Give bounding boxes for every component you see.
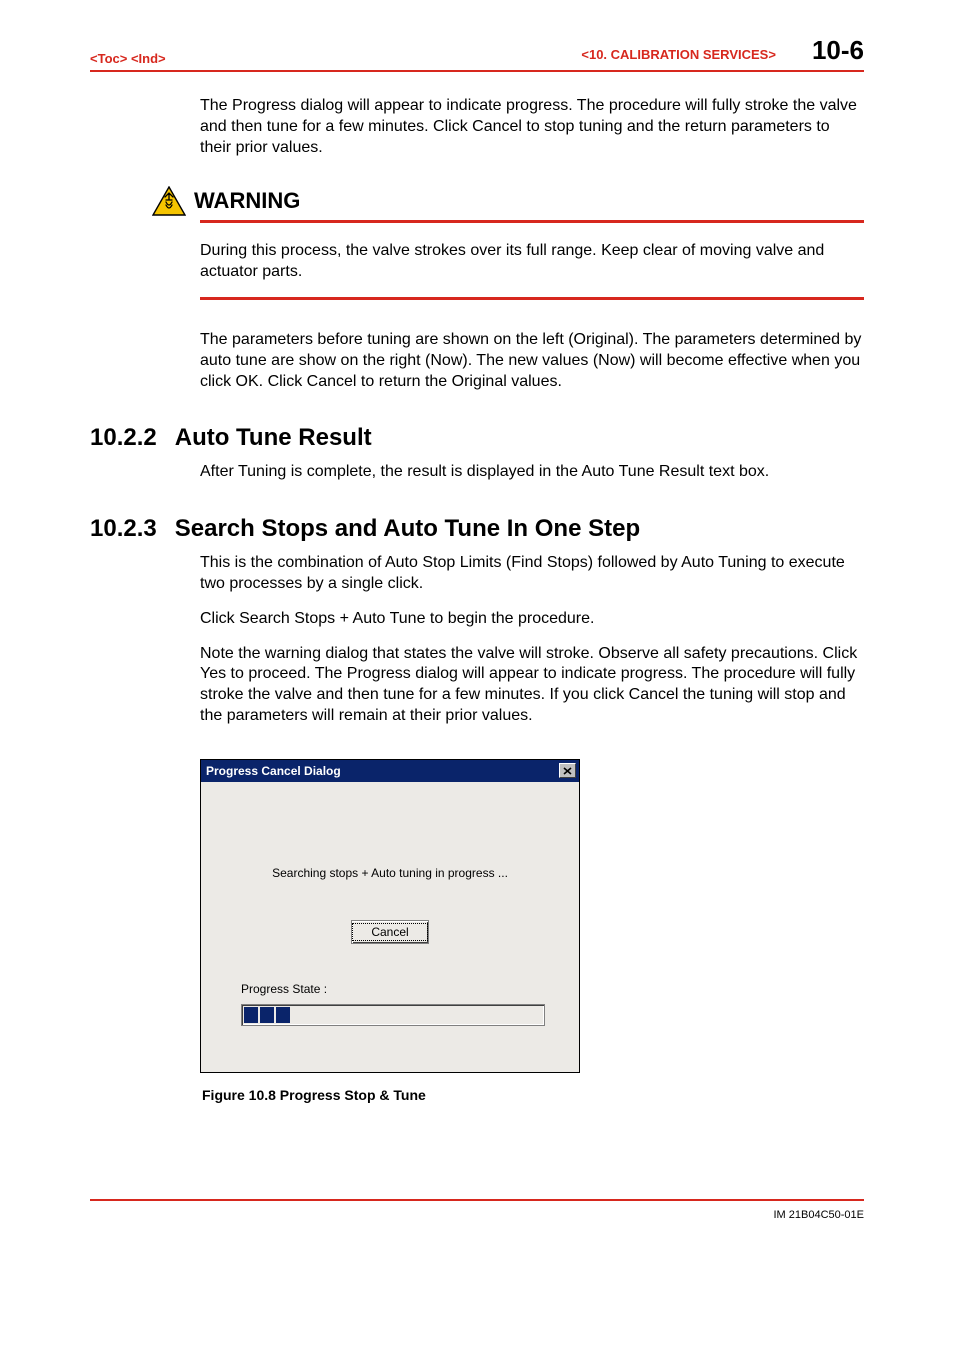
section-10-2-2-body: After Tuning is complete, the result is … (200, 462, 864, 483)
warning-header: WARNING (152, 186, 864, 216)
header-rule (90, 70, 864, 72)
progress-segment (276, 1007, 290, 1023)
intro-paragraph: The Progress dialog will appear to indic… (200, 96, 864, 158)
footer-rule (90, 1199, 864, 1201)
section-number: 10.2.2 (90, 424, 157, 452)
section-number: 10.2.3 (90, 515, 157, 543)
dialog-message: Searching stops + Auto tuning in progres… (201, 866, 579, 880)
section-label: <10. CALIBRATION SERVICES> (581, 47, 776, 62)
toc-link[interactable]: <Toc> (90, 51, 127, 66)
progress-bar (241, 1004, 545, 1026)
section-title: Search Stops and Auto Tune In One Step (175, 515, 640, 543)
warning-title: WARNING (194, 188, 300, 214)
page-footer: IM 21B04C50-01E (90, 1199, 864, 1221)
progress-segment (244, 1007, 258, 1023)
section-title: Auto Tune Result (175, 424, 372, 452)
document-id: IM 21B04C50-01E (90, 1209, 864, 1221)
warning-body: During this process, the valve strokes o… (200, 241, 864, 283)
post-warning-paragraph: The parameters before tuning are shown o… (200, 330, 864, 392)
warning-icon (152, 186, 186, 216)
ind-link[interactable]: <Ind> (131, 51, 166, 66)
close-button[interactable] (559, 763, 576, 778)
progress-segment (260, 1007, 274, 1023)
section-10-2-2-header: 10.2.2 Auto Tune Result (90, 424, 864, 452)
figure-caption: Figure 10.8 Progress Stop & Tune (202, 1087, 864, 1103)
section-10-2-3-header: 10.2.3 Search Stops and Auto Tune In One… (90, 515, 864, 543)
close-icon (563, 767, 572, 775)
header-bar: <Toc> <Ind> <10. CALIBRATION SERVICES> 1… (90, 36, 864, 66)
section-10-2-3-p2: Click Search Stops + Auto Tune to begin … (200, 609, 864, 630)
section-10-2-3-p3: Note the warning dialog that states the … (200, 644, 864, 727)
warning-rule-bottom (200, 297, 864, 300)
dialog-titlebar[interactable]: Progress Cancel Dialog (201, 760, 579, 782)
warning-rule-top (200, 220, 864, 223)
progress-dialog: Progress Cancel Dialog Searching stops +… (200, 759, 580, 1073)
page-number: 10-6 (812, 35, 864, 66)
cancel-button-label: Cancel (352, 923, 427, 941)
dialog-body: Searching stops + Auto tuning in progres… (201, 782, 579, 1072)
progress-state-label: Progress State : (241, 982, 327, 996)
cancel-button[interactable]: Cancel (351, 920, 429, 944)
section-10-2-3-p1: This is the combination of Auto Stop Lim… (200, 553, 864, 595)
page-content: <Toc> <Ind> <10. CALIBRATION SERVICES> 1… (0, 0, 954, 1103)
dialog-title: Progress Cancel Dialog (206, 764, 341, 778)
